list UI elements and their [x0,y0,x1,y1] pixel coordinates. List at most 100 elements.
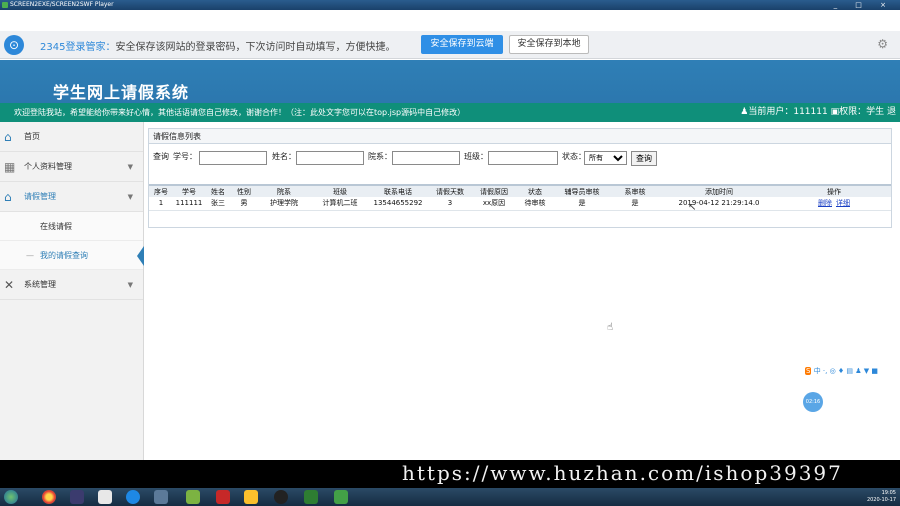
dept-label: 院系： [368,152,392,161]
cell-gender: 男 [231,197,257,211]
player-title: SCREEN2EXE/SCREEN2SWF Player [10,1,114,8]
grid-icon: ▦ [4,160,16,174]
save-to-cloud-button[interactable]: 安全保存到云端 [421,35,503,54]
chevron-down-icon: ▼ [127,193,133,201]
app-icon[interactable] [70,490,84,504]
user-info: ♟当前用户：111111 ▣权限：学生 退 [740,107,896,117]
cell-class: 计算机二班 [311,197,369,211]
name-label: 姓名： [272,152,296,161]
permission-value: 学生 退 [866,107,896,117]
browser-icon[interactable] [126,490,140,504]
watermark-strip: https://www.huzhan.com/ishop39397 [0,460,900,488]
wechat-icon[interactable] [304,490,318,504]
timer-bubble[interactable]: 02:16 [803,392,823,412]
lock-icon: ⊙ [4,35,24,55]
permission-icon: ▣ [830,107,840,117]
cell-dept: 护理学院 [257,197,311,211]
status-label: 状态： [562,152,586,161]
sidebar-item-online-leave[interactable]: 在线请假 [0,212,143,241]
sidebar-item-my-leave[interactable]: — 我的请假查询 [0,241,144,270]
col-header: 院系 [257,184,311,197]
col-header: 学号 [173,184,205,197]
site-title: 学生网上请假系统 [53,83,190,102]
hand-cursor-icon: ☝ [607,322,614,333]
ime-toolbar[interactable]: S 中 ·, ◎ ♦ ▤ ♟ ▼ ■ [803,365,900,377]
cell-actions: 删除 详细 [777,197,891,211]
col-header: 性别 [231,184,257,197]
col-header: 添加时间 [661,184,777,197]
col-header: 序号 [149,184,173,197]
app-icon[interactable] [154,490,168,504]
app-icon[interactable] [186,490,200,504]
player-title-bar: SCREEN2EXE/SCREEN2SWF Player _ □ × [0,0,900,10]
table-header-row: 序号 学号 姓名 性别 院系 班级 联系电话 请假天数 请假原因 状态 辅导员审… [149,184,891,197]
tray-time: 19:05 [881,490,896,496]
class-label: 班级： [464,152,488,161]
status-select[interactable]: 所有 [584,151,627,165]
flash-icon[interactable] [216,490,230,504]
player-window: SCREEN2EXE/SCREEN2SWF Player _ □ × ⊙ 234… [0,0,900,506]
col-header: 班级 [311,184,369,197]
password-manager-text: 安全保存该网站的登录密码，下次访问时自动填写，方便快捷。 [115,42,396,53]
player-logo-icon [2,2,8,8]
col-header: 姓名 [205,184,231,197]
delete-link[interactable]: 删除 [818,199,832,207]
mouse-cursor-icon: ↖ [688,202,697,213]
password-manager-brand: 2345登录管家： [40,42,116,53]
captured-screen: ⊙ 2345登录管家：安全保存该网站的登录密码，下次访问时自动填写，方便快捷。 … [0,10,900,460]
password-manager-bar: ⊙ 2345登录管家：安全保存该网站的登录密码，下次访问时自动填写，方便快捷。 … [0,31,900,59]
cell-counselor-review: 是 [555,197,609,211]
qq-icon[interactable] [274,490,288,504]
cell-name: 张三 [205,197,231,211]
col-header: 请假原因 [473,184,515,197]
col-header: 状态 [515,184,555,197]
dept-input[interactable] [392,151,460,165]
student-id-input[interactable] [199,151,267,165]
chevron-down-icon: ▼ [127,163,133,171]
folder-icon[interactable] [244,490,258,504]
tools-icon: ✕ [4,278,15,292]
save-local-button[interactable]: 安全保存到本地 [509,35,589,54]
tray-date: 2020-10-17 [866,497,896,503]
window-controls[interactable]: _ □ × [834,0,894,10]
col-header: 请假天数 [427,184,473,197]
start-button-icon[interactable] [4,490,18,504]
class-input[interactable] [488,151,558,165]
chrome-icon[interactable] [42,490,56,504]
home-icon: ⌂ [4,190,12,204]
cell-phone: 13544655292 [369,197,427,211]
watermark-text: https://www.huzhan.com/ishop39397 [402,461,843,485]
name-input[interactable] [296,151,364,165]
system-tray-clock[interactable]: 19:05 2020-10-17 [867,488,896,504]
notice-bar: 欢迎登陆我站，希望能给你带来好心情，其他话语请您自己修改，谢谢合作！（注：此处文… [0,103,900,122]
leave-list-panel: 请假信息列表 查询 学号： 姓名： 院系： 班级： 状态： 所有 查询 序号 学… [148,128,892,228]
col-header: 系审核 [609,184,661,197]
active-pointer-icon [137,246,144,266]
col-header: 辅导员审核 [555,184,609,197]
sidebar-item-leave[interactable]: ⌂ 请假管理 ▼ [0,182,143,212]
col-header: 操作 [777,184,891,197]
cell-student-id: 111111 [173,197,205,211]
app-icon[interactable] [334,490,348,504]
sidebar-item-profile[interactable]: ▦ 个人资料管理 ▼ [0,152,143,182]
search-button[interactable]: 查询 [631,151,657,166]
cell-index: 1 [149,197,173,211]
notice-text: 欢迎登陆我站，希望能给你带来好心情，其他话语请您自己修改，谢谢合作！（注：此处文… [14,108,466,117]
cell-days: 3 [427,197,473,211]
sidebar: ⌂ 首页 ▦ 个人资料管理 ▼ ⌂ 请假管理 ▼ 在线请假 — 我的请假查询 ✕… [0,122,144,460]
password-bar-message: 2345登录管家：安全保存该网站的登录密码，下次访问时自动填写，方便快捷。 [40,38,395,53]
app-icon[interactable] [98,490,112,504]
sidebar-item-home[interactable]: ⌂ 首页 [0,122,143,152]
sogou-icon: S [805,367,812,375]
tree-line: — [26,251,34,260]
cell-reason: xx原因 [473,197,515,211]
query-label: 查询 [153,152,169,161]
taskbar: 19:05 2020-10-17 [0,488,900,506]
sidebar-item-system[interactable]: ✕ 系统管理 ▼ [0,270,143,300]
cell-dept-review: 是 [609,197,661,211]
table-row: 1 111111 张三 男 护理学院 计算机二班 13544655292 3 x… [149,197,891,211]
detail-link[interactable]: 详细 [836,199,850,207]
cell-added-time: 2019-04-12 21:29:14.0 [661,197,777,211]
student-id-label: 学号： [173,152,197,161]
gear-icon[interactable]: ⚙ [877,37,888,51]
